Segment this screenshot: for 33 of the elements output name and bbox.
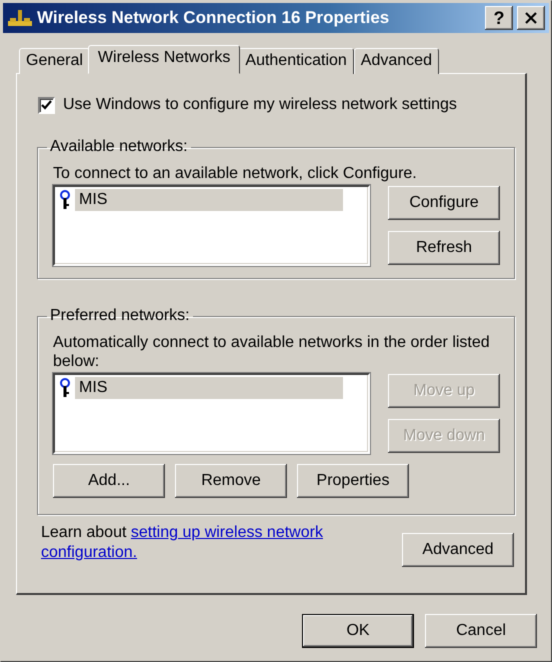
tab[interactable]: Wireless Networks [88, 45, 240, 74]
checkbox[interactable] [38, 96, 55, 114]
button[interactable]: Add... [53, 464, 165, 498]
button[interactable]: Advanced [402, 533, 514, 567]
help-button[interactable]: ? [485, 6, 513, 30]
wireless-antenna-icon [59, 378, 71, 398]
wireless-antenna-icon [59, 190, 71, 210]
button[interactable]: Configure [388, 186, 500, 220]
network-item[interactable]: MIS [75, 189, 343, 211]
group-title: Available networks: [49, 138, 189, 156]
help-text: Learn about [41, 524, 128, 541]
tab[interactable]: Advanced [354, 48, 439, 74]
dialog-button[interactable]: OK [302, 614, 414, 648]
tab[interactable]: General [19, 48, 90, 74]
button[interactable]: Refresh [388, 231, 500, 265]
help-link[interactable]: configuration. [41, 544, 138, 561]
description-text: Automatically connect to available networks in the order listed below: [53, 333, 491, 371]
tab[interactable]: Authentication [238, 48, 354, 74]
dialog-button[interactable]: Cancel [425, 614, 537, 648]
close-icon [524, 12, 538, 24]
close-button[interactable] [517, 6, 545, 30]
description-text: To connect to an available network, click Configure. [53, 164, 418, 183]
group-title: Preferred networks: [49, 307, 191, 325]
window-title: Wireless Network Connection 16 Properties [37, 8, 390, 28]
checkbox-label: Use Windows to configure my wireless network settings [63, 96, 457, 114]
button[interactable]: Properties [297, 464, 409, 498]
network-icon [7, 8, 33, 28]
check-icon [41, 100, 52, 110]
network-list[interactable]: MIS [53, 185, 370, 266]
button[interactable]: Remove [175, 464, 287, 498]
network-item[interactable]: MIS [75, 377, 343, 399]
network-list[interactable]: MIS [53, 373, 370, 454]
help-link[interactable]: setting up wireless network [130, 524, 323, 541]
